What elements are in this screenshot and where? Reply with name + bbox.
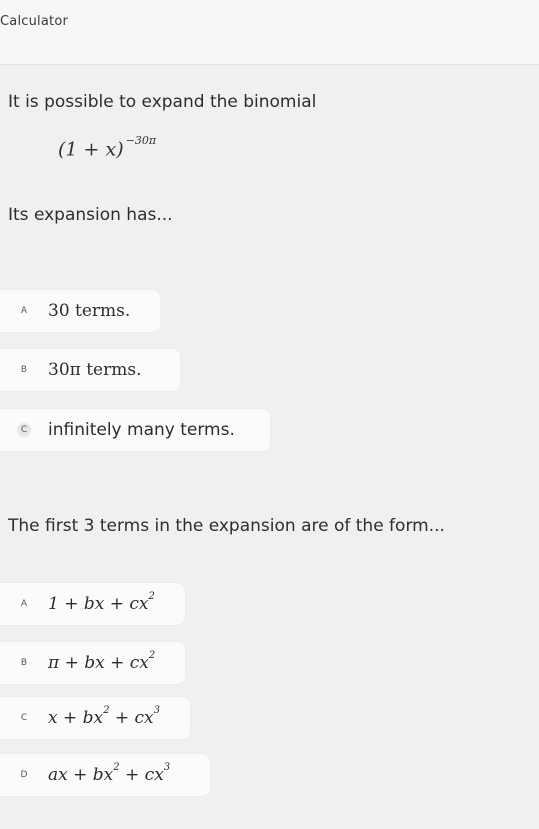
q1-option-c[interactable]: C infinitely many terms.: [0, 409, 270, 451]
question-1-prompt: It is possible to expand the binomial: [8, 92, 317, 112]
option-text: 30 terms.: [48, 301, 131, 321]
option-text: 1 + bx + cx2: [48, 591, 155, 614]
q2-option-c[interactable]: C x + bx2 + cx3: [0, 697, 190, 739]
top-bar: Calculator: [0, 0, 539, 65]
q2-option-d[interactable]: D ax + bx2 + cx3: [0, 754, 210, 796]
option-letter: A: [20, 306, 28, 316]
option-text: infinitely many terms.: [48, 420, 235, 440]
formula-exponent: −30π: [125, 134, 157, 147]
question-2-prompt: The first 3 terms in the expansion are o…: [8, 516, 445, 536]
question-1-subprompt: Its expansion has...: [8, 205, 173, 225]
option-letter: C: [20, 713, 28, 723]
option-letter: A: [20, 599, 28, 609]
q2-option-a[interactable]: A 1 + bx + cx2: [0, 583, 185, 625]
option-letter: B: [20, 658, 28, 668]
option-text: ax + bx2 + cx3: [48, 762, 171, 785]
formula-base: (1 + x): [58, 138, 124, 161]
option-text: 30π terms.: [48, 360, 142, 380]
q2-option-b[interactable]: B π + bx + cx2: [0, 642, 185, 684]
option-letter: B: [20, 365, 28, 375]
q1-option-b[interactable]: B 30π terms.: [0, 349, 180, 391]
option-text: π + bx + cx2: [48, 650, 156, 673]
q1-option-a[interactable]: A 30 terms.: [0, 290, 160, 332]
binomial-formula: (1 + x) −30π: [58, 134, 156, 161]
app-title: Calculator: [0, 14, 69, 29]
option-letter: C: [0, 423, 48, 437]
option-letter: D: [20, 770, 28, 780]
option-text: x + bx2 + cx3: [48, 705, 161, 728]
